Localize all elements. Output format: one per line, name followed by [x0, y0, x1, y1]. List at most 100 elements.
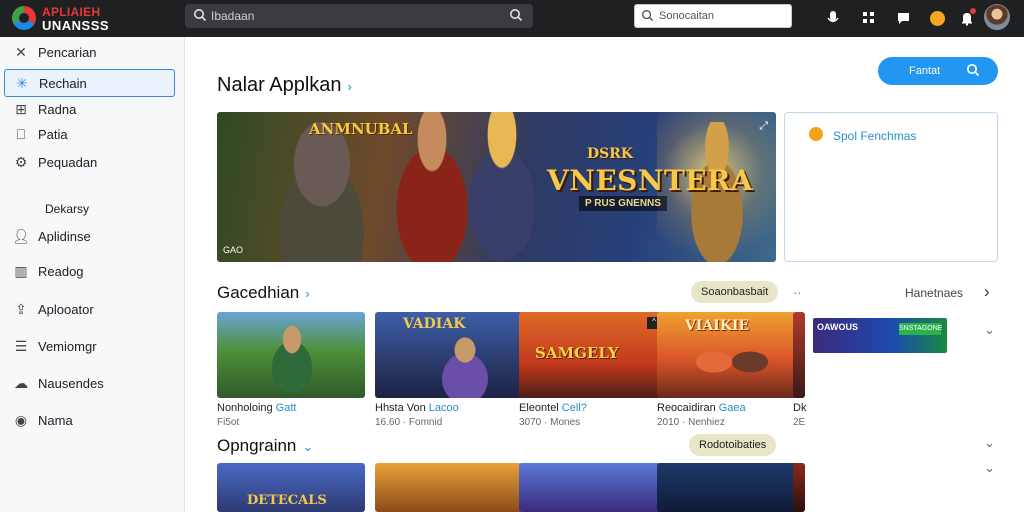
sidebar-item-label: Radna [38, 101, 77, 117]
top-bar: APLIAIEH UNANSSS Ibadaan Sonocaitan [0, 0, 1024, 37]
search-submit-icon[interactable] [509, 8, 523, 27]
card-2-title[interactable]: Hhsta Von Lacoo [375, 402, 459, 414]
notification-dot [970, 8, 976, 14]
top-icon-group [822, 4, 1012, 32]
coin-icon[interactable] [926, 7, 948, 29]
page-title-text: Nalar Applkan [217, 74, 342, 96]
side-promo-card[interactable]: Spol Fenchmas [784, 112, 998, 262]
sidebar-item-label: Vemiomgr [38, 338, 97, 354]
main-search-bar[interactable]: Ibadaan [185, 4, 533, 28]
microphone-icon[interactable] [822, 7, 844, 29]
chevron-down-icon[interactable]: ⌄ [302, 439, 313, 454]
sidebar-item-aplooator[interactable]: ⇪ Aplooator [4, 296, 175, 322]
primary-action-button[interactable]: Fantat [878, 57, 998, 85]
promo-dot-icon [809, 127, 823, 141]
chevron-down-icon[interactable]: ⌄ [984, 322, 995, 338]
card-title-text: Eleontel [519, 402, 559, 414]
cloud-icon: ☁ [14, 374, 28, 391]
section2-filter-pill[interactable]: Rodotoibaties [689, 434, 777, 456]
card-1-meta: Fi5ot [217, 417, 240, 428]
sidebar-item-label: Readog [38, 263, 84, 279]
game-card-8[interactable] [519, 463, 667, 512]
sidebar-item-pencarian[interactable]: ✕ Pencarian [4, 39, 175, 65]
section-title-1: Gacedhian › [217, 283, 310, 303]
more-dots-icon[interactable]: ·· [793, 285, 802, 300]
card-1-art [257, 322, 327, 392]
card-3-title[interactable]: Eleontel Cell? [519, 402, 587, 414]
game-card-7[interactable] [375, 463, 523, 512]
sidebar-item-label: Nama [38, 412, 73, 428]
secondary-search-input[interactable]: Sonocaitan [634, 4, 792, 28]
section1-filter-pill[interactable]: Soaonbasbait [691, 281, 779, 303]
game-card-10-partial[interactable] [793, 463, 805, 512]
sidebar-item-rechain[interactable]: ✳ Rechain [4, 69, 175, 97]
chart-icon: ▥ [14, 262, 28, 279]
card-2-meta: 16.60 · Fomnid [375, 417, 443, 428]
expand-icon[interactable]: ⤢ [759, 120, 768, 133]
ad-label: SNSTAGONE [899, 323, 942, 335]
sidebar-item-label: Pencarian [38, 44, 97, 60]
sidebar-item-vemiomgr[interactable]: ☰ Vemiomgr [4, 333, 175, 359]
game-card-2[interactable]: VADIAK [375, 312, 523, 398]
sidebar-item-label: Pequadan [38, 154, 98, 170]
card-title-text: Reocaidiran [657, 402, 716, 414]
user-avatar[interactable] [984, 4, 1010, 30]
chevron-right-icon[interactable]: › [348, 79, 352, 94]
search-icon [966, 63, 980, 80]
logo-line-1: APLIAIEH [42, 5, 101, 19]
game-card-9[interactable] [657, 463, 805, 512]
chevron-down-icon[interactable]: ⌄ [984, 460, 995, 476]
game-card-3[interactable]: SAMGELY ^ [519, 312, 667, 398]
gear-icon: ✳ [16, 74, 28, 91]
card-4-title[interactable]: Reocaidiran Gaea [657, 402, 746, 414]
sidebar: ✕ Pencarian ✳ Rechain ⊞ Radna ⎕ Patia ⚙ … [0, 37, 185, 512]
hero-banner[interactable]: ANMNUBAL DSRK VNESNTERA P RUS GNENNS GAO… [217, 112, 776, 262]
sidebar-item-label: Nausendes [38, 375, 104, 391]
sidebar-item-label: Aplooator [38, 301, 94, 317]
section-title-text: Opngrainn [217, 436, 297, 455]
hero-character-3 [447, 112, 557, 262]
chevron-right-icon[interactable]: › [984, 282, 990, 302]
card-5-title[interactable]: Dk [793, 402, 806, 414]
chevron-right-icon[interactable]: › [305, 286, 309, 301]
card-tag: Lacoo [428, 402, 459, 414]
sidebar-item-aplidinse[interactable]: 👤︎ Aplidinse [4, 223, 175, 249]
card-title-text: Hhsta Von [375, 402, 426, 414]
game-card-6[interactable]: DETECALS [217, 463, 365, 512]
hero-badge-text: ANMNUBAL [309, 120, 413, 138]
section-title-2: Opngrainn ⌄ [217, 436, 313, 456]
grid-icon: ⊞ [15, 100, 27, 117]
gear-icon: ⚙ [14, 153, 28, 170]
card-tag: Cell? [561, 402, 587, 414]
card-1-title[interactable]: Nonholoing Gatt [217, 402, 296, 414]
hero-super-text: DSRK [587, 146, 634, 162]
apps-grid-icon[interactable] [858, 7, 880, 29]
game-card-5-partial[interactable] [793, 312, 805, 398]
user-icon: 👤︎ [12, 227, 30, 244]
sidebar-item-radna[interactable]: ⊞ Radna [4, 96, 175, 122]
game-card-1[interactable] [217, 312, 365, 398]
page-title: Nalar Applkan › [217, 74, 352, 97]
ad-banner[interactable]: OAWOUS SNSTAGONE [813, 318, 947, 353]
section1-right-label[interactable]: Hanetnaes [905, 286, 963, 300]
hero-title: VNESNTERA [547, 164, 754, 197]
close-icon: ✕ [15, 43, 27, 60]
sidebar-item-nausendes[interactable]: ☁ Nausendes [4, 370, 175, 396]
card-6-logo-art: DETECALS [247, 493, 327, 508]
card-title-text: Nonholoing [217, 402, 273, 414]
sidebar-item-nama[interactable]: ◉ Nama [4, 407, 175, 433]
list-icon: ☰ [14, 337, 28, 354]
card-3-meta: 3070 · Mones [519, 417, 581, 428]
sidebar-item-patia[interactable]: ⎕ Patia [4, 121, 175, 147]
app-logo[interactable]: APLIAIEH UNANSSS [10, 4, 130, 34]
sidebar-item-pequadan[interactable]: ⚙ Pequadan [4, 149, 175, 175]
game-card-4[interactable]: VIAIKIE [657, 312, 805, 398]
section-title-text: Gacedhian [217, 283, 300, 302]
card-4-art [687, 338, 777, 398]
notification-bell-icon[interactable] [956, 7, 978, 29]
chat-icon[interactable] [892, 7, 914, 29]
sidebar-section-heading: Dekarsy [45, 202, 90, 216]
sidebar-item-readog[interactable]: ▥ Readog [4, 258, 175, 284]
card-title-text: Dk [793, 402, 807, 414]
chevron-down-icon[interactable]: ⌄ [984, 435, 995, 451]
